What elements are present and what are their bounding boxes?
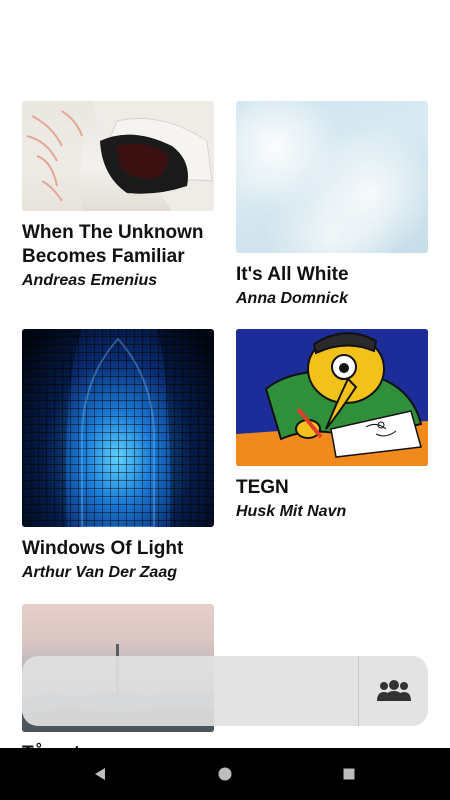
- artwork-card[interactable]: When The Unknown Becomes Familiar Andrea…: [22, 101, 214, 291]
- home-button[interactable]: [195, 748, 255, 800]
- people-icon: [376, 680, 411, 701]
- artwork-title: TEGN: [236, 477, 289, 498]
- artwork-card[interactable]: TEGN Husk Mit Navn: [236, 329, 428, 522]
- system-navigation-bar: [0, 748, 450, 800]
- jacket-image: [22, 101, 214, 211]
- home-circle-icon: [218, 767, 232, 781]
- cartoon-drawing-image: [236, 329, 428, 466]
- people-button[interactable]: [359, 656, 428, 726]
- artwork-title: It's All White: [236, 264, 349, 285]
- artwork-card[interactable]: Windows Of Light Arthur Van Der Zaag: [22, 329, 214, 583]
- cathedral-window-image: [22, 329, 214, 527]
- back-button[interactable]: [70, 748, 130, 800]
- recents-square-icon: [343, 768, 355, 780]
- artwork-artist: Anna Domnick: [236, 290, 349, 307]
- artwork-thumbnail[interactable]: [236, 101, 428, 253]
- bottom-panel[interactable]: [22, 656, 428, 726]
- back-triangle-icon: [95, 768, 105, 780]
- recents-button[interactable]: [319, 748, 379, 800]
- app-screen: When The Unknown Becomes Familiar Andrea…: [0, 0, 450, 800]
- artwork-artist: Husk Mit Navn: [236, 503, 347, 520]
- artwork-artist: Andreas Emenius: [22, 272, 158, 289]
- artwork-card[interactable]: It's All White Anna Domnick: [236, 101, 428, 309]
- artwork-artist: Arthur Van Der Zaag: [22, 564, 177, 581]
- artwork-thumbnail[interactable]: [236, 329, 428, 466]
- artwork-thumbnail[interactable]: [22, 329, 214, 527]
- artwork-title: Windows Of Light: [22, 538, 184, 559]
- artwork-thumbnail[interactable]: [22, 101, 214, 211]
- artwork-title: When The Unknown Becomes Familiar: [22, 222, 204, 267]
